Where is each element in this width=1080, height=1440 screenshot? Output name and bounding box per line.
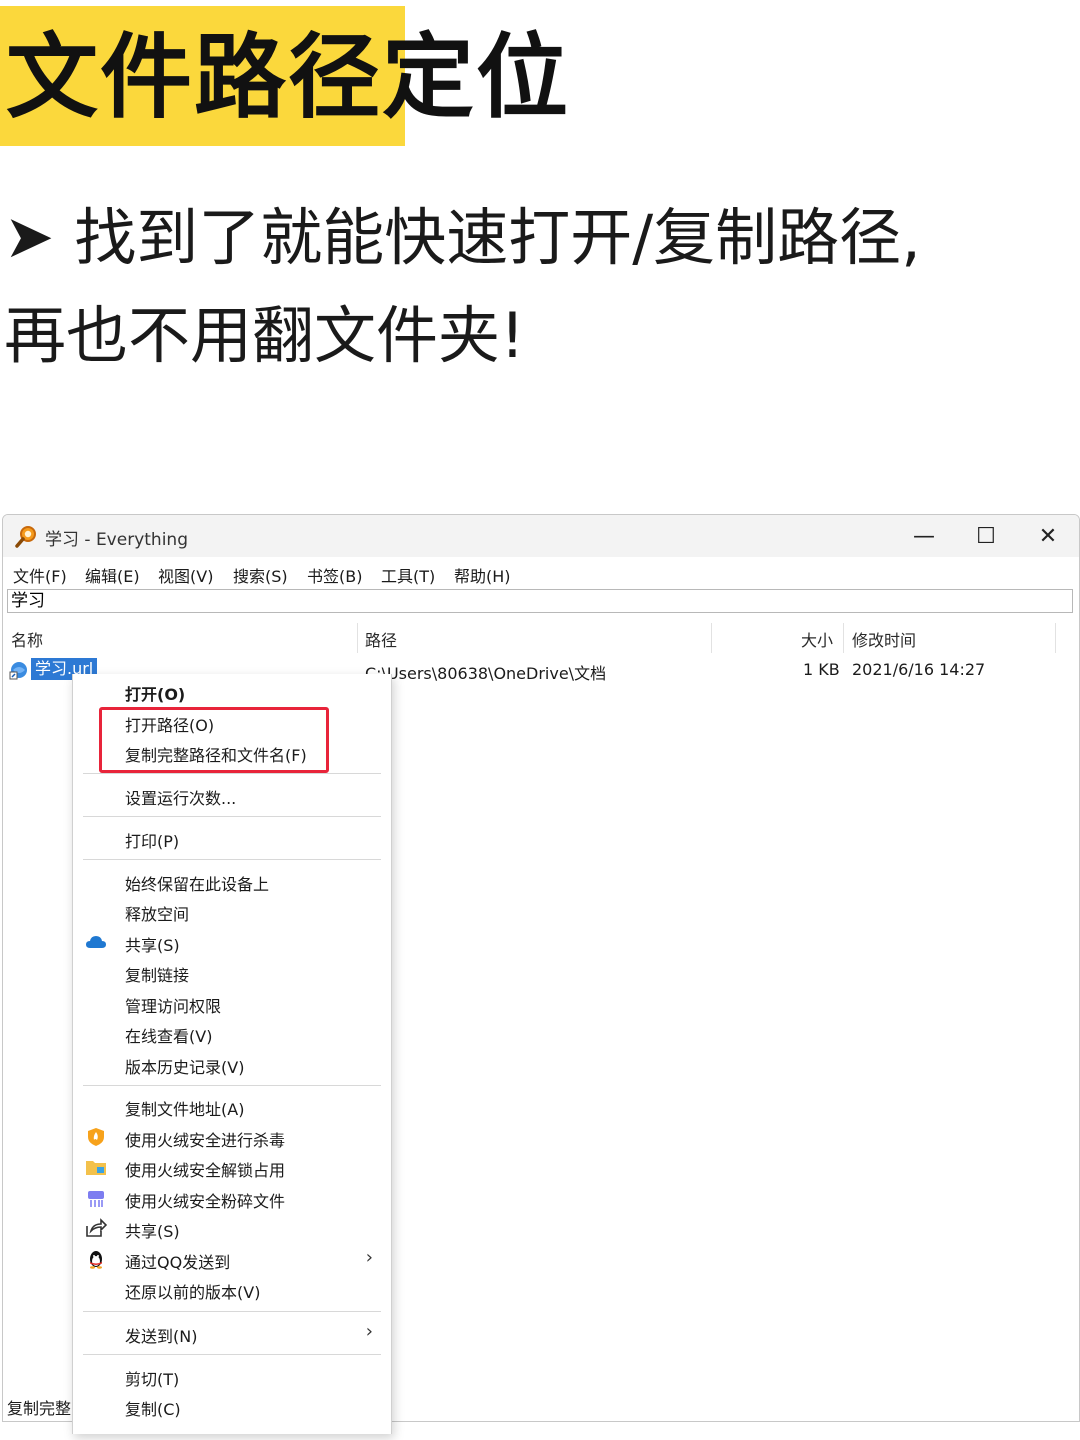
menu-item-label: 还原以前的版本(V) (125, 1283, 261, 1302)
menu-item-label: 剪切(T) (125, 1370, 180, 1389)
menu-item-label: 共享(S) (125, 936, 180, 955)
file-path-cell[interactable]: C:\Users\80638\OneDrive\文档 (365, 660, 606, 684)
menu-item-send-to[interactable]: 发送到(N) › (73, 1318, 391, 1348)
column-header: 名称 路径 大小 修改时间 (3, 623, 1079, 653)
menu-item-restore-versions[interactable]: 还原以前的版本(V) (73, 1274, 391, 1304)
menu-item-label: 版本历史记录(V) (125, 1058, 245, 1077)
menu-item-free-space[interactable]: 释放空间 (73, 896, 391, 926)
menu-item-open[interactable]: 打开(O) (73, 676, 391, 706)
menu-item-share[interactable]: 共享(S) (73, 1213, 391, 1243)
menu-bar: 文件(F) 编辑(E) 视图(V) 搜索(S) 书签(B) 工具(T) 帮助(H… (3, 557, 1079, 587)
menu-separator (83, 1311, 381, 1312)
column-modified[interactable]: 修改时间 (852, 627, 916, 651)
window-title: 学习 - Everything (45, 530, 188, 550)
bullet-arrow-icon: ➤ (4, 202, 55, 272)
page-title: 文件路径定位 (6, 24, 571, 131)
menu-item-label: 使用火绒安全粉碎文件 (125, 1192, 286, 1211)
menu-item-label: 始终保留在此设备上 (125, 875, 270, 894)
menu-item-open-path[interactable]: 打开路径(O) (73, 707, 391, 737)
subtitle-line-1-text: 找到了就能快速打开/复制路径, (74, 201, 921, 274)
menu-item-copy[interactable]: 复制(C) (73, 1391, 391, 1421)
menu-item-label: 复制完整路径和文件名(F) (125, 746, 307, 765)
close-icon: ✕ (1038, 523, 1058, 549)
menu-item-label: 在线查看(V) (125, 1027, 213, 1046)
menu-item-set-run-count[interactable]: 设置运行次数... (73, 780, 391, 810)
onedrive-cloud-icon (86, 936, 106, 948)
subtitle: ➤ 找到了就能快速打开/复制路径, 再也不用翻文件夹! (4, 188, 1076, 385)
subtitle-line-1: ➤ 找到了就能快速打开/复制路径, (4, 188, 1076, 287)
menu-item-view-online[interactable]: 在线查看(V) (73, 1018, 391, 1048)
menu-item-label: 通过QQ发送到 (125, 1253, 231, 1272)
qq-penguin-icon (90, 1251, 102, 1269)
menu-item-copy-file-address[interactable]: 复制文件地址(A) (73, 1091, 391, 1121)
menu-item-huorong-shred[interactable]: 使用火绒安全粉碎文件 (73, 1183, 391, 1213)
menu-edit[interactable]: 编辑(E) (85, 563, 140, 587)
menu-item-copy-link[interactable]: 复制链接 (73, 957, 391, 987)
close-button[interactable]: ✕ (1017, 515, 1079, 557)
menu-item-label: 使用火绒安全解锁占用 (125, 1161, 286, 1180)
menu-item-huorong-scan[interactable]: 使用火绒安全进行杀毒 (73, 1122, 391, 1152)
column-size[interactable]: 大小 (801, 627, 833, 651)
menu-file[interactable]: 文件(F) (13, 563, 67, 587)
search-input[interactable] (7, 589, 1073, 613)
column-divider[interactable] (843, 623, 844, 653)
menu-item-onedrive-share[interactable]: 共享(S) (73, 927, 391, 957)
menu-item-label: 打开(O) (125, 685, 186, 704)
share-icon (86, 1218, 107, 1237)
menu-item-label: 复制(C) (125, 1400, 181, 1419)
menu-item-label: 设置运行次数... (125, 789, 237, 808)
menu-item-always-keep[interactable]: 始终保留在此设备上 (73, 866, 391, 896)
file-modified-cell[interactable]: 2021/6/16 14:27 (852, 660, 985, 679)
subtitle-line-2: 再也不用翻文件夹! (4, 299, 525, 372)
menu-view[interactable]: 视图(V) (158, 563, 213, 587)
menu-separator (83, 816, 381, 817)
menu-item-version-history[interactable]: 版本历史记录(V) (73, 1049, 391, 1079)
context-menu: 打开(O) 打开路径(O) 复制完整路径和文件名(F) 设置运行次数... 打印… (72, 674, 392, 1434)
column-divider[interactable] (1055, 623, 1056, 653)
chevron-right-icon: › (365, 1247, 373, 1268)
minimize-icon: — (913, 523, 935, 549)
chevron-right-icon: › (365, 1321, 373, 1342)
menu-item-label: 打印(P) (125, 832, 180, 851)
shredder-icon (88, 1191, 104, 1207)
menu-item-label: 复制文件地址(A) (125, 1100, 245, 1119)
column-path[interactable]: 路径 (365, 627, 397, 651)
column-divider[interactable] (357, 623, 358, 653)
menu-item-label: 发送到(N) (125, 1327, 198, 1346)
menu-help[interactable]: 帮助(H) (454, 563, 511, 587)
maximize-button[interactable]: ☐ (955, 515, 1017, 557)
column-divider[interactable] (711, 623, 712, 653)
menu-item-label: 复制链接 (125, 966, 190, 985)
menu-bookmarks[interactable]: 书签(B) (307, 563, 362, 587)
maximize-icon: ☐ (976, 523, 996, 549)
menu-search[interactable]: 搜索(S) (233, 563, 288, 587)
status-bar-text: 复制完整 (7, 1399, 72, 1418)
menu-item-label: 打开路径(O) (125, 716, 215, 735)
title-bar[interactable]: 学习 - Everything — ☐ ✕ (3, 515, 1079, 557)
huorong-shield-icon (88, 1128, 104, 1146)
magnifier-app-icon (15, 526, 36, 548)
menu-item-label: 使用火绒安全进行杀毒 (125, 1131, 286, 1150)
folder-unlock-icon (86, 1161, 106, 1175)
menu-separator (83, 859, 381, 860)
menu-item-print[interactable]: 打印(P) (73, 823, 391, 853)
menu-item-cut[interactable]: 剪切(T) (73, 1361, 391, 1391)
menu-item-label: 管理访问权限 (125, 997, 222, 1016)
menu-separator (83, 773, 381, 774)
menu-item-copy-full-path[interactable]: 复制完整路径和文件名(F) (73, 737, 391, 767)
column-name[interactable]: 名称 (11, 627, 43, 651)
menu-item-send-via-qq[interactable]: 通过QQ发送到 › (73, 1244, 391, 1274)
menu-separator (83, 1354, 381, 1355)
url-file-icon (9, 662, 27, 680)
menu-item-label: 共享(S) (125, 1222, 180, 1241)
menu-tools[interactable]: 工具(T) (381, 563, 435, 587)
menu-item-label: 释放空间 (125, 905, 190, 924)
file-size-cell[interactable]: 1 KB (803, 660, 840, 679)
menu-item-huorong-unlock[interactable]: 使用火绒安全解锁占用 (73, 1152, 391, 1182)
minimize-button[interactable]: — (893, 515, 955, 557)
menu-separator (83, 1085, 381, 1086)
menu-item-manage-access[interactable]: 管理访问权限 (73, 988, 391, 1018)
